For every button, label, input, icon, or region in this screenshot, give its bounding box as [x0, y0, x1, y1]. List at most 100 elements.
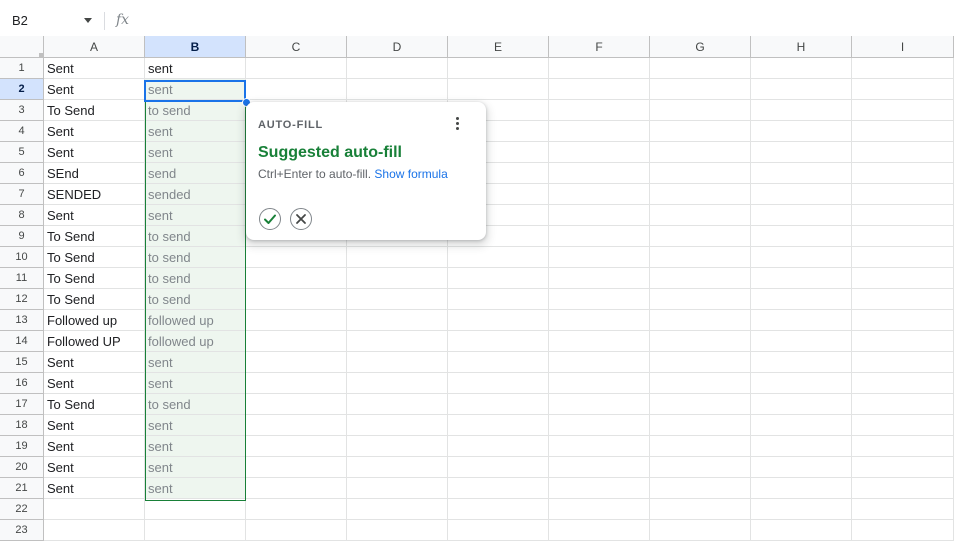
cell-b13[interactable]: followed up: [145, 310, 246, 331]
cell-i23[interactable]: [852, 520, 954, 541]
cell-b16[interactable]: sent: [145, 373, 246, 394]
cell-d2[interactable]: [347, 79, 448, 100]
row-header[interactable]: 21: [0, 478, 44, 499]
cell-d10[interactable]: [347, 247, 448, 268]
cell-g21[interactable]: [650, 478, 751, 499]
cell-a17[interactable]: To Send: [44, 394, 145, 415]
cell-g19[interactable]: [650, 436, 751, 457]
cell-c18[interactable]: [246, 415, 347, 436]
cell-b20[interactable]: sent: [145, 457, 246, 478]
cell-f14[interactable]: [549, 331, 650, 352]
row-header[interactable]: 15: [0, 352, 44, 373]
cell-i14[interactable]: [852, 331, 954, 352]
column-header-i[interactable]: I: [852, 36, 954, 58]
cell-f22[interactable]: [549, 499, 650, 520]
cell-i7[interactable]: [852, 184, 954, 205]
cell-b22[interactable]: [145, 499, 246, 520]
cell-d21[interactable]: [347, 478, 448, 499]
cell-e22[interactable]: [448, 499, 549, 520]
cell-b18[interactable]: sent: [145, 415, 246, 436]
cell-f6[interactable]: [549, 163, 650, 184]
cell-c19[interactable]: [246, 436, 347, 457]
cell-a4[interactable]: Sent: [44, 121, 145, 142]
cell-e14[interactable]: [448, 331, 549, 352]
cell-f10[interactable]: [549, 247, 650, 268]
cell-g20[interactable]: [650, 457, 751, 478]
show-formula-link[interactable]: Show formula: [374, 167, 447, 181]
row-header[interactable]: 4: [0, 121, 44, 142]
cell-d11[interactable]: [347, 268, 448, 289]
cell-f11[interactable]: [549, 268, 650, 289]
cell-i15[interactable]: [852, 352, 954, 373]
cell-b21[interactable]: sent: [145, 478, 246, 499]
cell-h18[interactable]: [751, 415, 852, 436]
cell-g2[interactable]: [650, 79, 751, 100]
cell-b4[interactable]: sent: [145, 121, 246, 142]
cell-b15[interactable]: sent: [145, 352, 246, 373]
cell-i6[interactable]: [852, 163, 954, 184]
cell-f4[interactable]: [549, 121, 650, 142]
row-header[interactable]: 6: [0, 163, 44, 184]
cell-a21[interactable]: Sent: [44, 478, 145, 499]
cell-i8[interactable]: [852, 205, 954, 226]
cell-f3[interactable]: [549, 100, 650, 121]
cell-i4[interactable]: [852, 121, 954, 142]
cell-h4[interactable]: [751, 121, 852, 142]
cell-f16[interactable]: [549, 373, 650, 394]
cell-b12[interactable]: to send: [145, 289, 246, 310]
cell-a16[interactable]: Sent: [44, 373, 145, 394]
cell-b14[interactable]: followed up: [145, 331, 246, 352]
cell-i18[interactable]: [852, 415, 954, 436]
cell-e17[interactable]: [448, 394, 549, 415]
cell-f21[interactable]: [549, 478, 650, 499]
cell-g22[interactable]: [650, 499, 751, 520]
cell-h22[interactable]: [751, 499, 852, 520]
cell-f7[interactable]: [549, 184, 650, 205]
cell-c14[interactable]: [246, 331, 347, 352]
cell-a1[interactable]: Sent: [44, 58, 145, 79]
cell-f15[interactable]: [549, 352, 650, 373]
cell-d20[interactable]: [347, 457, 448, 478]
cell-g17[interactable]: [650, 394, 751, 415]
cell-c20[interactable]: [246, 457, 347, 478]
cell-c13[interactable]: [246, 310, 347, 331]
cell-b9[interactable]: to send: [145, 226, 246, 247]
cell-e10[interactable]: [448, 247, 549, 268]
cell-e13[interactable]: [448, 310, 549, 331]
row-header[interactable]: 23: [0, 520, 44, 541]
cell-d15[interactable]: [347, 352, 448, 373]
cell-f18[interactable]: [549, 415, 650, 436]
cell-i3[interactable]: [852, 100, 954, 121]
column-header-a[interactable]: A: [44, 36, 145, 58]
cell-h15[interactable]: [751, 352, 852, 373]
cell-c1[interactable]: [246, 58, 347, 79]
cell-e21[interactable]: [448, 478, 549, 499]
cell-e11[interactable]: [448, 268, 549, 289]
cell-c15[interactable]: [246, 352, 347, 373]
cell-h3[interactable]: [751, 100, 852, 121]
row-header[interactable]: 13: [0, 310, 44, 331]
cell-d23[interactable]: [347, 520, 448, 541]
more-vert-icon[interactable]: [452, 114, 464, 134]
cell-g10[interactable]: [650, 247, 751, 268]
cell-f19[interactable]: [549, 436, 650, 457]
cell-b7[interactable]: sended: [145, 184, 246, 205]
cell-c22[interactable]: [246, 499, 347, 520]
cell-i17[interactable]: [852, 394, 954, 415]
row-header[interactable]: 10: [0, 247, 44, 268]
cell-e2[interactable]: [448, 79, 549, 100]
cell-a12[interactable]: To Send: [44, 289, 145, 310]
cell-a20[interactable]: Sent: [44, 457, 145, 478]
cell-h19[interactable]: [751, 436, 852, 457]
cell-e23[interactable]: [448, 520, 549, 541]
cell-i20[interactable]: [852, 457, 954, 478]
cell-h20[interactable]: [751, 457, 852, 478]
row-header[interactable]: 17: [0, 394, 44, 415]
cell-b11[interactable]: to send: [145, 268, 246, 289]
row-header[interactable]: 3: [0, 100, 44, 121]
cell-f17[interactable]: [549, 394, 650, 415]
column-header-d[interactable]: D: [347, 36, 448, 58]
cell-h16[interactable]: [751, 373, 852, 394]
reject-autofill-button[interactable]: [290, 208, 312, 230]
cell-b10[interactable]: to send: [145, 247, 246, 268]
